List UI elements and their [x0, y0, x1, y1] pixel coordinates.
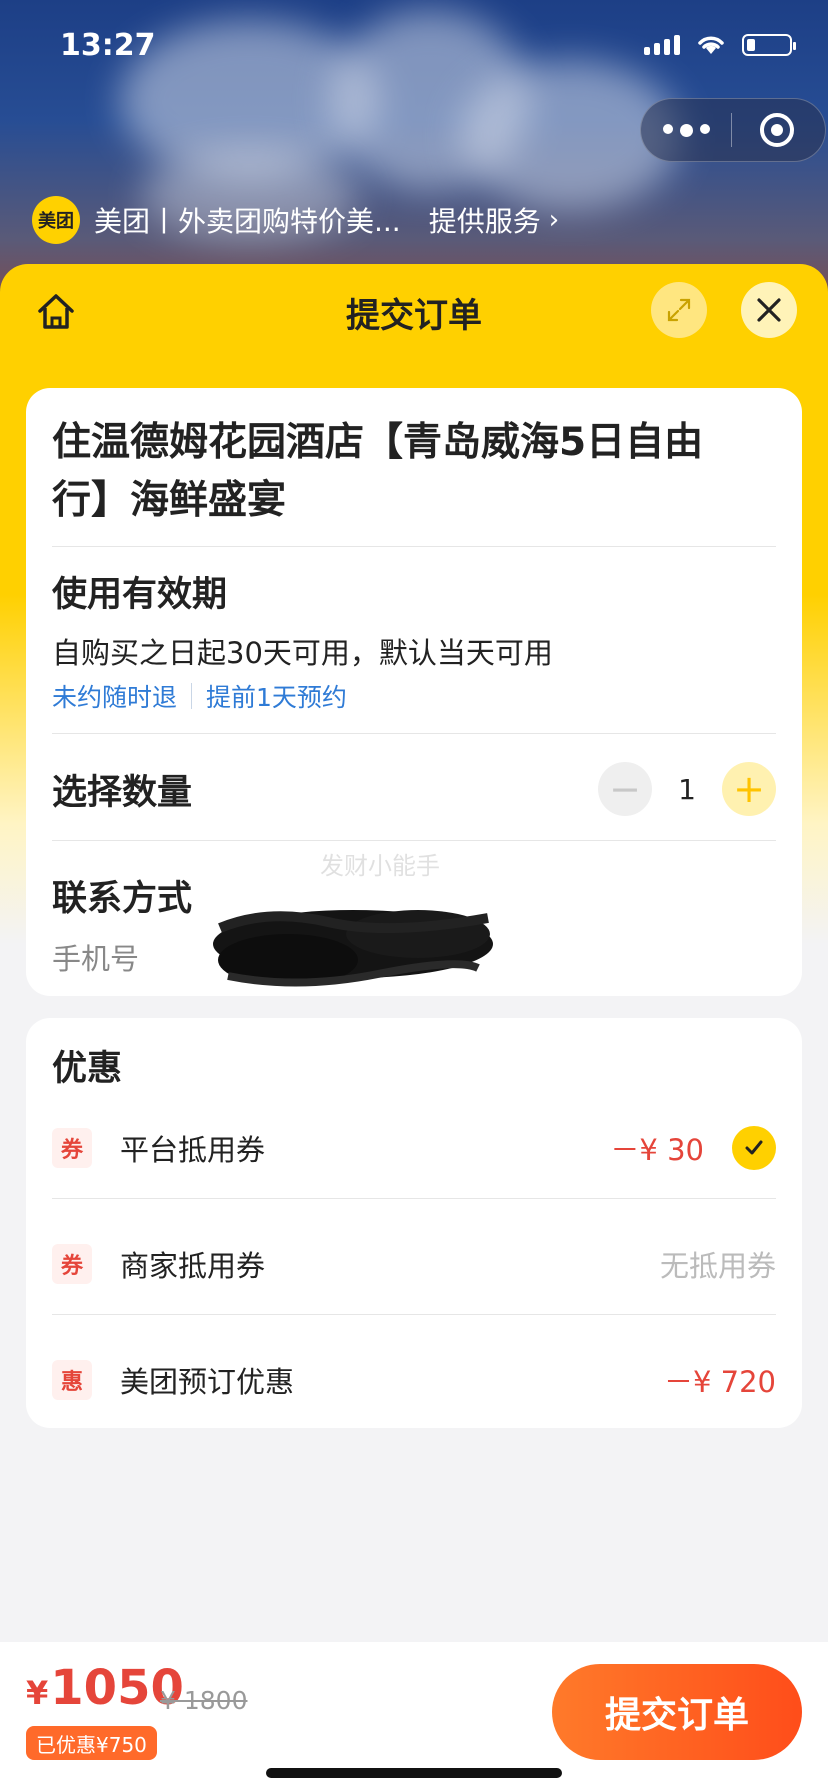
- quantity-stepper: − 1 +: [598, 762, 776, 816]
- booking-discount-row[interactable]: 惠 美团预订优惠 －¥ 720: [52, 1322, 776, 1438]
- discounts-card: 优惠 券 平台抵用券 －¥ 30 券 商家抵用券 无抵用券 惠 美团预订优惠 －…: [26, 1018, 802, 1428]
- close-miniapp-icon[interactable]: [732, 113, 822, 147]
- tag-separator: [191, 683, 193, 709]
- decrease-quantity-button[interactable]: −: [598, 762, 652, 816]
- platform-coupon-row[interactable]: 券 平台抵用券 －¥ 30: [52, 1090, 776, 1206]
- order-details-card: 住温德姆花园酒店【青岛威海5日自由行】海鲜盛宴 使用有效期 自购买之日起30天可…: [26, 388, 802, 996]
- increase-quantity-button[interactable]: +: [722, 762, 776, 816]
- expand-button[interactable]: [651, 282, 707, 338]
- status-icons: [644, 34, 796, 56]
- validity-title: 使用有效期: [52, 575, 228, 615]
- coupon-icon: 券: [52, 1128, 92, 1168]
- miniapp-name: 美团丨外卖团购特价美...: [94, 205, 401, 238]
- divider: [52, 733, 776, 734]
- watermark: 发财小能手: [320, 852, 440, 880]
- original-price: ¥ 1800: [160, 1686, 248, 1715]
- contact-title: 联系方式: [52, 879, 193, 919]
- booking-tag[interactable]: 提前1天预约: [206, 678, 347, 714]
- expand-icon: [667, 298, 691, 322]
- divider: [52, 1198, 776, 1199]
- chevron-right-icon: ›: [548, 205, 560, 235]
- quantity-value: 1: [678, 772, 696, 806]
- divider: [52, 1314, 776, 1315]
- meituan-logo: 美团: [32, 196, 80, 244]
- discounts-title: 优惠: [52, 1049, 123, 1089]
- promo-label: 平台抵用券: [120, 1133, 266, 1167]
- savings-badge: 已优惠¥750: [26, 1726, 157, 1760]
- currency-symbol: ¥: [26, 1674, 49, 1712]
- battery-icon: [742, 34, 796, 56]
- promo-value: －¥ 30: [610, 1133, 704, 1167]
- more-icon[interactable]: [641, 123, 731, 137]
- promo-label: 美团预订优惠: [120, 1365, 295, 1399]
- home-indicator: [266, 1768, 562, 1778]
- coupon-icon: 券: [52, 1244, 92, 1284]
- sheet-header: 提交订单: [0, 264, 828, 360]
- submit-order-button[interactable]: 提交订单: [552, 1664, 802, 1760]
- miniapp-capsule: [640, 98, 826, 162]
- service-provider-bar[interactable]: 美团 美团丨外卖团购特价美... 提供服务 ›: [32, 196, 559, 244]
- discount-icon: 惠: [52, 1360, 92, 1400]
- divider: [52, 840, 776, 841]
- checkmark-icon[interactable]: [732, 1126, 776, 1170]
- service-label: 提供服务: [428, 205, 541, 238]
- phone-label: 手机号: [52, 942, 140, 976]
- policy-tags: 未约随时退 提前1天预约: [52, 678, 347, 714]
- quantity-title: 选择数量: [52, 773, 193, 813]
- promo-label: 商家抵用券: [120, 1249, 266, 1283]
- refund-tag[interactable]: 未约随时退: [52, 678, 177, 714]
- product-title: 住温德姆花园酒店【青岛威海5日自由行】海鲜盛宴: [52, 420, 704, 523]
- status-time: 13:27: [60, 28, 156, 63]
- cellular-signal-icon: [644, 35, 680, 55]
- close-icon: [757, 298, 781, 322]
- divider: [52, 546, 776, 547]
- promo-value: 无抵用券: [659, 1249, 776, 1283]
- promo-value: －¥ 720: [663, 1365, 776, 1399]
- close-button[interactable]: [741, 282, 797, 338]
- wifi-icon: [698, 36, 724, 54]
- validity-text: 自购买之日起30天可用，默认当天可用: [52, 636, 553, 670]
- merchant-coupon-row[interactable]: 券 商家抵用券 无抵用券: [52, 1206, 776, 1322]
- redacted-phone-scribble[interactable]: [208, 898, 498, 994]
